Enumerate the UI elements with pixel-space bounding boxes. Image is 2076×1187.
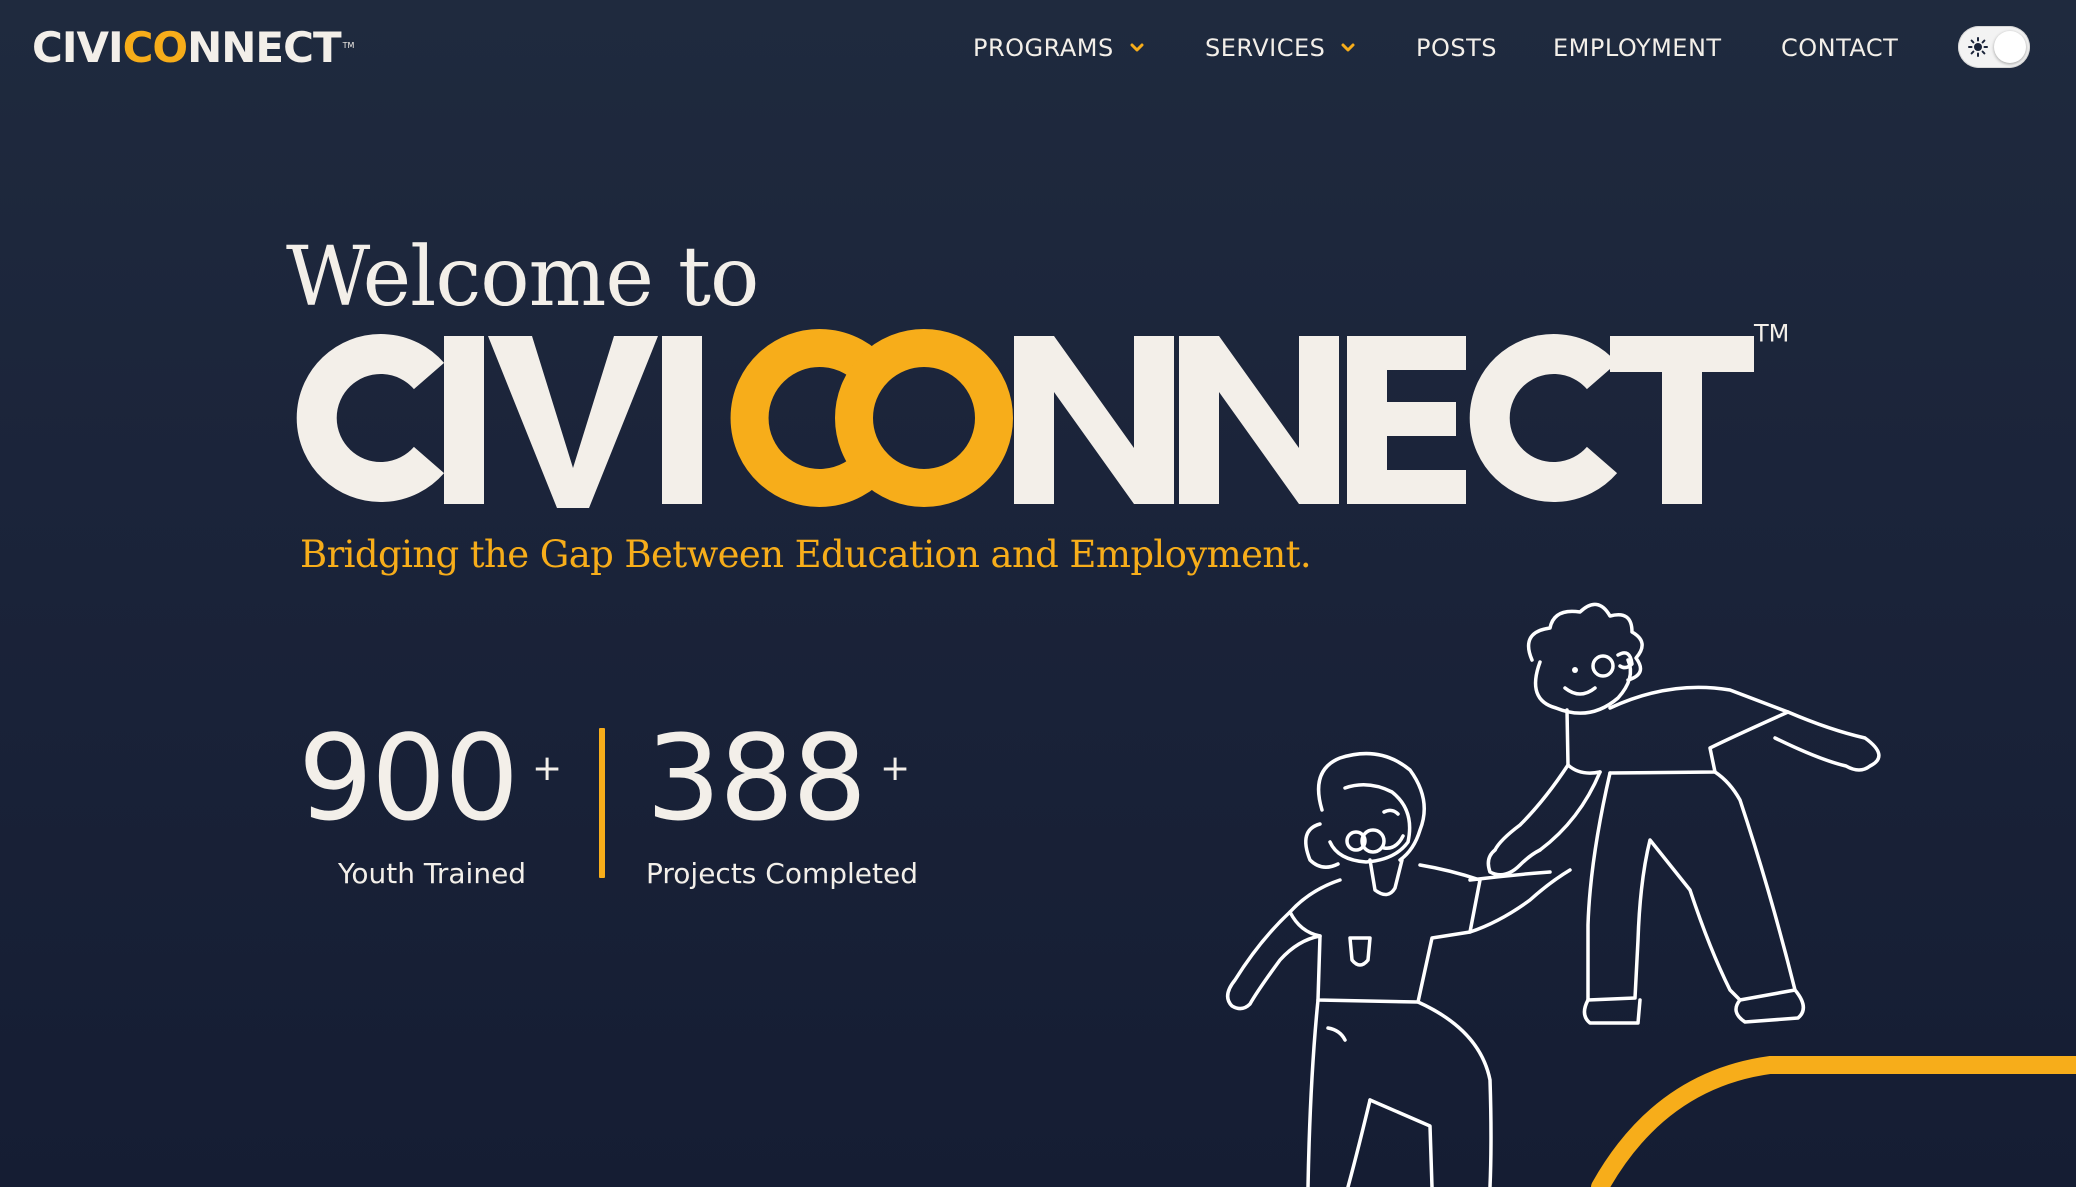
nav-item-label: CONTACT [1781,34,1899,62]
site-logo[interactable]: CIVICONNECT TM [32,27,354,69]
nav-item-label: SERVICES [1205,34,1326,62]
nav-item-employment[interactable]: EMPLOYMENT [1553,30,1722,66]
toggle-knob [1994,31,2026,63]
site-header: CIVICONNECT TM PROGRAMS SERVICES POSTS EM… [0,0,2076,96]
chevron-down-icon [1341,43,1355,52]
sun-icon [1968,37,1988,57]
chevron-down-icon [1130,43,1144,52]
logo-trademark: TM [342,41,355,50]
stat-youth-trained: 900 + Youth Trained [298,709,562,890]
boy-figure [1486,602,1881,1025]
nav-item-posts[interactable]: POSTS [1416,30,1497,66]
nav-item-label: POSTS [1416,34,1497,62]
hero-wordmark-tm: TM [1753,320,1789,348]
helping-hand-illustration [1225,602,2076,1187]
girl-figure [1225,751,1572,1187]
stat-label: Youth Trained [338,857,527,890]
nav-item-label: EMPLOYMENT [1553,34,1722,62]
logo-text-prefix: CIVI [32,23,124,72]
stat-plus: + [880,748,911,789]
stat-plus: + [532,748,563,789]
logo-text-accent: CO [122,23,189,72]
nav-item-programs[interactable]: PROGRAMS [973,30,1146,66]
theme-toggle[interactable] [1958,26,2030,68]
hero-tagline: Bridging the Gap Between Education and E… [300,533,1312,576]
hero-welcome-text: Welcome to [286,230,759,325]
stat-value: 388 [646,709,867,847]
pathway-curve [1591,1056,2076,1187]
stat-divider [599,728,605,878]
nav-item-services[interactable]: SERVICES [1205,30,1357,66]
nav-item-label: PROGRAMS [973,34,1114,62]
logo-text-suffix: NNECT [187,23,341,72]
stat-projects-completed: 388 + Projects Completed [646,709,918,890]
hero-wordmark: TM [296,320,1789,508]
stat-value: 900 [298,709,519,847]
stat-label: Projects Completed [646,857,919,890]
nav-item-contact[interactable]: CONTACT [1781,30,1898,66]
